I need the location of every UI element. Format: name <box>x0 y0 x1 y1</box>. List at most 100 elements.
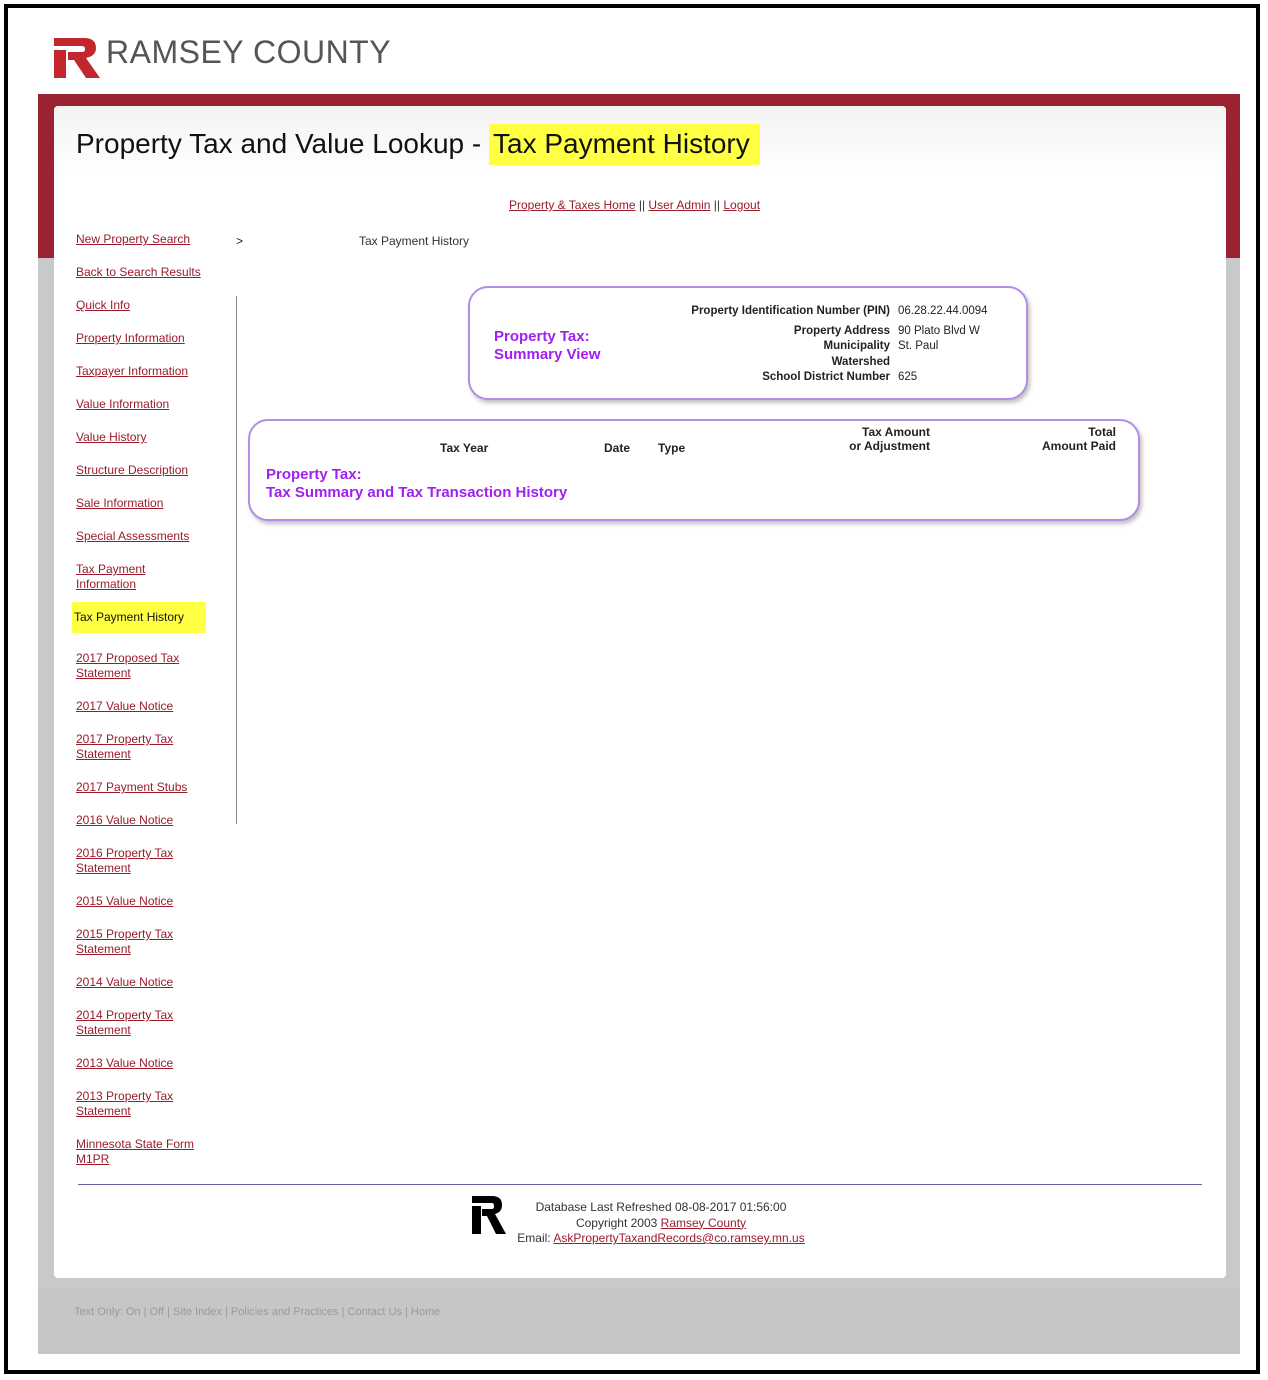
sidebar-item-value-history[interactable]: Value History <box>76 430 204 445</box>
school-district-label: School District Number <box>762 371 890 383</box>
col-type: Type <box>658 441 686 455</box>
sidebar-nav: New Property Search Back to Search Result… <box>72 232 226 1185</box>
sidebar-item-sale-information[interactable]: Sale Information <box>76 496 204 511</box>
sidebar-row: Sale Information <box>76 496 226 511</box>
sidebar-item-minnesota-state-form-m1pr[interactable]: Minnesota State Form M1PR <box>76 1137 204 1167</box>
logout-link[interactable]: Logout <box>723 198 760 212</box>
watershed-value <box>898 355 988 371</box>
sidebar-row: 2017 Property Tax Statement <box>76 732 226 762</box>
property-taxes-home-link[interactable]: Property & Taxes Home <box>509 198 636 212</box>
col-tax-amount: Tax Amount or Adjustment <box>840 425 930 453</box>
address-label: Property Address <box>793 324 890 337</box>
sidebar-item-taxpayer-information[interactable]: Taxpayer Information <box>76 364 204 379</box>
sidebar-item-structure-description[interactable]: Structure Description <box>76 463 204 478</box>
col-date: Date <box>604 441 631 455</box>
sidebar-item-2015-property-tax-statement[interactable]: 2015 Property Tax Statement <box>76 927 204 957</box>
sidebar-row: 2013 Property Tax Statement <box>76 1089 226 1119</box>
sidebar-item-2017-proposed-tax-statement[interactable]: 2017 Proposed Tax Statement <box>76 651 204 681</box>
sidebar-item-2014-value-notice[interactable]: 2014 Value Notice <box>76 975 204 990</box>
summary-view-box: Property Tax: Summary View Property Iden… <box>468 286 1028 400</box>
sidebar-item-2013-property-tax-statement[interactable]: 2013 Property Tax Statement <box>76 1089 204 1119</box>
sidebar-row: Quick Info <box>76 298 226 313</box>
sidebar-row: 2017 Proposed Tax Statement <box>76 651 226 681</box>
tax-history-box: Tax Year Date Type Tax Amount or Adjustm… <box>248 419 1140 521</box>
page-title: Property Tax and Value Lookup - Tax Paym… <box>76 124 760 165</box>
history-label-line2: Tax Summary and Tax Transaction History <box>266 484 568 501</box>
footer-divider <box>78 1184 1202 1185</box>
sidebar-item-property-information[interactable]: Property Information <box>76 331 204 346</box>
database-refreshed: Database Last Refreshed 08-08-2017 01:56… <box>535 1200 787 1214</box>
sidebar-item-2016-value-notice[interactable]: 2016 Value Notice <box>76 813 204 828</box>
sidebar-item-value-information[interactable]: Value Information <box>76 397 204 412</box>
sidebar-row: 2013 Value Notice <box>76 1056 226 1071</box>
sidebar-row: Tax Payment Information <box>76 562 226 592</box>
summary-view-label: Property Tax: Summary View <box>494 328 600 364</box>
ramsey-county-link[interactable]: Ramsey County <box>661 1216 746 1230</box>
sidebar-row: Taxpayer Information <box>76 364 226 379</box>
municipality-label: Municipality <box>823 340 890 352</box>
sidebar-item-2017-property-tax-statement[interactable]: 2017 Property Tax Statement <box>76 732 204 762</box>
nav-separator: || <box>710 198 724 212</box>
sidebar-item-quick-info[interactable]: Quick Info <box>76 298 204 313</box>
pin-label: Property Identification Number (PIN) <box>691 305 890 317</box>
footer-links[interactable]: Text Only: On | Off | Site Index | Polic… <box>74 1306 440 1318</box>
summary-field-labels: Property Identification Number (PIN) Pro… <box>691 304 890 386</box>
sidebar-item-tax-payment-information[interactable]: Tax Payment Information <box>76 562 204 592</box>
sidebar-list: New Property Search Back to Search Result… <box>72 232 226 1167</box>
sidebar-item-special-assessments[interactable]: Special Assessments <box>76 529 204 544</box>
sidebar-row: Tax Payment History <box>72 602 226 633</box>
sidebar-item-tax-payment-history: Tax Payment History <box>72 602 206 633</box>
ramsey-footer-logo-icon <box>472 1196 506 1234</box>
sidebar-item-back-to-search-results[interactable]: Back to Search Results <box>76 265 204 280</box>
sidebar-item-2014-property-tax-statement[interactable]: 2014 Property Tax Statement <box>76 1008 204 1038</box>
breadcrumb-current: Tax Payment History <box>359 234 470 248</box>
ramsey-logo-icon <box>54 38 100 78</box>
sidebar-row: Property Information <box>76 331 226 346</box>
sidebar-item-2017-payment-stubs[interactable]: 2017 Payment Stubs <box>76 780 204 795</box>
email-prefix: Email: <box>517 1231 554 1245</box>
copyright-text: Copyright 2003 <box>575 1215 661 1230</box>
municipality-value: St. Paul <box>898 340 939 352</box>
sidebar-row: Value History <box>76 430 226 445</box>
sidebar-row: Special Assessments <box>76 529 226 544</box>
summary-label-line1: Property Tax: <box>494 328 590 345</box>
sidebar-row: 2015 Value Notice <box>76 894 226 909</box>
sidebar-item-2013-value-notice[interactable]: 2013 Value Notice <box>76 1056 204 1071</box>
sidebar-row: Back to Search Results <box>76 265 226 280</box>
sidebar-item-2016-property-tax-statement[interactable]: 2016 Property Tax Statement <box>76 846 204 876</box>
content-panel: Property Tax and Value Lookup - Tax Paym… <box>54 106 1226 1278</box>
watershed-label: Watershed <box>831 355 890 368</box>
col-total-line2: Amount Paid <box>1042 439 1116 453</box>
sidebar-item-new-property-search[interactable]: New Property Search <box>76 232 204 247</box>
sidebar-row: 2015 Property Tax Statement <box>76 927 226 957</box>
tax-history-label: Property Tax: Tax Summary and Tax Transa… <box>266 466 567 502</box>
sidebar-row: Value Information <box>76 397 226 412</box>
footer-info: Database Last Refreshed 08-08-2017 01:56… <box>506 1200 816 1247</box>
email-line: Email: AskPropertyTaxandRecords@co.ramse… <box>506 1231 816 1247</box>
col-tax-year: Tax Year <box>440 441 489 455</box>
sidebar-item-2017-value-notice[interactable]: 2017 Value Notice <box>76 699 204 714</box>
copyright: Copyright 2003 Ramsey County <box>506 1216 816 1232</box>
sidebar-row: 2017 Value Notice <box>76 699 226 714</box>
pin-value: 06.28.22.44.0094 <box>898 305 988 317</box>
sidebar-row: Structure Description <box>76 463 226 478</box>
col-total-paid: Total Amount Paid <box>1020 425 1116 453</box>
sidebar-row: 2014 Property Tax Statement <box>76 1008 226 1038</box>
col-total-line1: Total <box>1088 425 1116 439</box>
email-link[interactable]: AskPropertyTaxandRecords@co.ramsey.mn.us <box>553 1231 804 1245</box>
sidebar-divider <box>236 296 237 824</box>
address-value: 90 Plato Blvd W <box>898 324 980 337</box>
sidebar-row: New Property Search <box>76 232 226 247</box>
sidebar-item-2015-value-notice[interactable]: 2015 Value Notice <box>76 894 204 909</box>
nav-separator: || <box>635 198 649 212</box>
history-label-line1: Property Tax: <box>266 466 362 483</box>
user-admin-link[interactable]: User Admin <box>648 198 710 212</box>
sidebar-row: Minnesota State Form M1PR <box>76 1137 226 1167</box>
page-title-prefix: Property Tax and Value Lookup - <box>76 128 489 159</box>
summary-field-values: 06.28.22.44.0094 90 Plato Blvd W St. Pau… <box>898 304 988 386</box>
school-district-value: 625 <box>898 371 918 383</box>
sidebar-row: 2014 Value Notice <box>76 975 226 990</box>
site-footer <box>38 1288 1240 1354</box>
col-tax-amount-line1: Tax Amount <box>862 425 930 439</box>
col-tax-amount-line2: or Adjustment <box>849 439 930 453</box>
